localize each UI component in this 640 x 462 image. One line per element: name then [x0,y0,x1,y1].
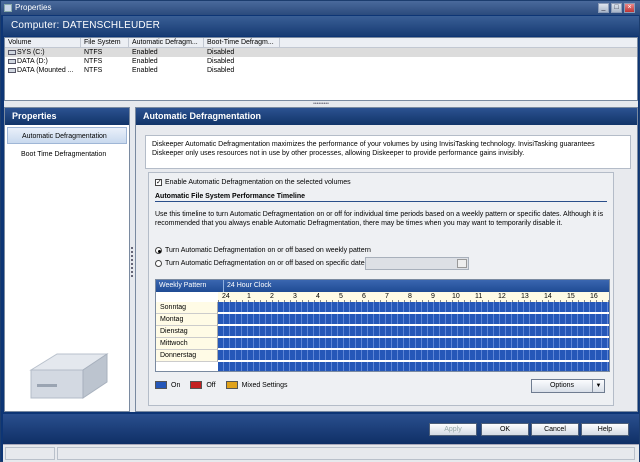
cancel-button[interactable]: Cancel [531,423,579,436]
day-label: Donnerstag [156,350,218,362]
timeline-help-text: Use this timeline to turn Automatic Defr… [155,211,604,227]
disk-icon [8,68,16,73]
sidebar-title: Properties [5,108,129,125]
description-text: Diskeeper Automatic Defragmentation maxi… [145,135,631,169]
legend-off-swatch [190,381,203,389]
column-header-file-system[interactable]: File System [81,38,129,47]
title-bar: Properties _ □ × [1,1,640,15]
enable-automatic-defrag-checkbox[interactable]: ✓ Enable Automatic Defragmentation on th… [155,179,351,186]
ok-button[interactable]: OK [481,423,529,436]
table-row[interactable]: DATA (Mounted ... NTFS Enabled Disabled [5,66,637,75]
day-label: Sonntag [156,302,218,314]
apply-button[interactable]: Apply [429,423,477,436]
help-button[interactable]: Help [581,423,629,436]
radio-unselected-icon [155,260,162,267]
radio-weekly-pattern[interactable]: Turn Automatic Defragmentation on or off… [155,247,371,254]
checkbox-checked-icon: ✓ [155,179,162,186]
legend-on-swatch [155,381,167,389]
window-icon [4,4,12,12]
day-label: Montag [156,314,218,326]
radio-selected-icon [155,247,162,254]
drive-illustration-icon [29,353,109,399]
column-header-automatic-defrag[interactable]: Automatic Defragm... [129,38,204,47]
panel-title: Automatic Defragmentation [136,108,637,125]
properties-sidebar: Properties Automatic Defragmentation Boo… [4,107,130,412]
day-label: Dienstag [156,326,218,338]
day-label: Mittwoch [156,338,218,350]
section-title: Automatic File System Performance Timeli… [155,193,607,202]
options-button[interactable]: Options ▼ [531,379,605,393]
calendar-icon[interactable] [457,259,467,268]
column-header-volume[interactable]: Volume [5,38,81,47]
options-label: Options [549,382,575,389]
legend-mixed-swatch [225,381,238,389]
properties-window: Properties _ □ × Computer: DATENSCHLEUDE… [0,0,640,462]
volume-name: SYS (C:) [17,49,45,56]
sidebar-item-automatic-defragmentation[interactable]: Automatic Defragmentation [7,127,127,144]
timeline-legend: On Off Mixed Settings [155,381,287,389]
volume-boot: Disabled [207,58,235,65]
status-pane [5,447,55,460]
radio-specific-dates-label: Turn Automatic Defragmentation on or off… [165,260,371,267]
dialog-button-bar: Apply OK Cancel Help [3,414,639,444]
settings-group: ✓ Enable Automatic Defragmentation on th… [148,172,614,406]
legend-on-label: On [171,381,181,389]
volume-name: DATA (Mounted ... [17,67,74,74]
volume-list: Volume File System Automatic Defragm... … [4,37,638,101]
radio-weekly-pattern-label: Turn Automatic Defragmentation on or off… [165,247,371,254]
column-header-boot-time-defrag[interactable]: Boot-Time Defragm... [204,38,280,47]
close-icon[interactable]: × [624,3,635,13]
volume-fs: NTFS [84,67,103,74]
volume-list-header: Volume File System Automatic Defragm... … [5,38,637,48]
specific-dates-picker[interactable] [365,257,469,270]
volume-auto: Enabled [132,49,158,56]
computer-header: Computer: DATENSCHLEUDER [3,16,639,36]
table-row[interactable]: DATA (D:) NTFS Enabled Disabled [5,57,637,66]
disk-icon [8,50,16,55]
table-row[interactable]: SYS (C:) NTFS Enabled Disabled [5,48,637,57]
status-pane [57,447,635,460]
volume-boot: Disabled [207,67,235,74]
volume-auto: Enabled [132,58,158,65]
timeline-grid[interactable] [218,302,609,371]
chevron-down-icon[interactable]: ▼ [592,380,604,392]
volume-name: DATA (D:) [17,58,48,65]
volume-fs: NTFS [84,49,103,56]
volume-auto: Enabled [132,67,158,74]
enable-automatic-defrag-label: Enable Automatic Defragmentation on the … [165,179,351,186]
legend-off-label: Off [206,381,216,389]
timeline-header: Weekly Pattern 24 Hour Clock [156,280,609,292]
hour-clock-label: 24 Hour Clock [223,280,271,292]
window-title: Properties [15,3,52,12]
automatic-defragmentation-panel: Automatic Defragmentation Diskeeper Auto… [135,107,638,412]
volume-boot: Disabled [207,49,235,56]
sidebar-item-boot-time-defragmentation[interactable]: Boot Time Defragmentation [7,146,127,163]
day-labels: Sonntag Montag Dienstag Mittwoch Donners… [156,302,218,362]
disk-icon [8,59,16,64]
weekly-timeline: Weekly Pattern 24 Hour Clock 24 1 2 3 4 … [155,279,610,372]
volume-fs: NTFS [84,58,103,65]
weekly-pattern-label: Weekly Pattern [159,282,207,289]
minimize-icon[interactable]: _ [598,3,609,13]
legend-mixed-label: Mixed Settings [241,381,288,389]
status-bar [3,444,639,462]
radio-specific-dates[interactable]: Turn Automatic Defragmentation on or off… [155,260,370,267]
maximize-icon[interactable]: □ [611,3,622,13]
